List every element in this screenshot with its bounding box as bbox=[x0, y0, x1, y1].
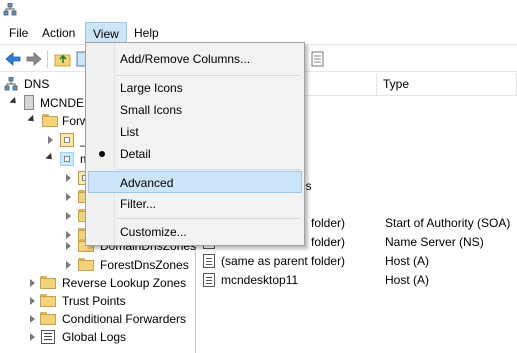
tree-item-reverse-lookup-zones[interactable]: Reverse Lookup Zones bbox=[28, 274, 194, 292]
tree-item-global-logs[interactable]: Global Logs bbox=[28, 328, 194, 346]
tree-label-dns: DNS bbox=[24, 77, 50, 91]
record-name: folder) bbox=[311, 216, 346, 230]
server-icon bbox=[24, 95, 34, 110]
menu-item-label: Advanced bbox=[120, 176, 174, 190]
record-type: Host (A) bbox=[385, 273, 430, 287]
table-row[interactable]: (same as parent folder) Host (A) bbox=[203, 252, 513, 271]
menu-action[interactable]: Action bbox=[35, 22, 82, 44]
menu-item-label: Small Icons bbox=[120, 103, 183, 117]
tree-label-trust-points: Trust Points bbox=[62, 294, 126, 308]
collapse-arrow-icon[interactable] bbox=[66, 242, 71, 250]
menu-item-customize[interactable]: Customize... bbox=[88, 221, 302, 243]
record-name: folder) bbox=[311, 235, 346, 249]
menu-separator bbox=[116, 75, 300, 76]
folder-icon bbox=[78, 258, 94, 271]
record-type: Start of Authority (SOA) bbox=[385, 216, 511, 230]
menu-item-small-icons[interactable]: Small Icons bbox=[88, 99, 302, 121]
dns-manager-app-icon bbox=[3, 3, 17, 16]
menu-item-label: Add/Remove Columns... bbox=[120, 52, 251, 66]
tree-label-server: MCNDE bbox=[40, 96, 84, 110]
menu-item-detail[interactable]: Detail bbox=[88, 143, 302, 165]
tree-label-forestdnszones: ForestDnsZones bbox=[100, 258, 189, 272]
dns-icon bbox=[4, 77, 18, 91]
menu-item-add-remove-columns[interactable]: Add/Remove Columns... bbox=[88, 48, 302, 70]
record-name: (same as parent folder) bbox=[221, 254, 346, 268]
collapse-arrow-icon[interactable] bbox=[30, 279, 35, 287]
folder-icon bbox=[42, 114, 58, 127]
tree-item-trust-points[interactable]: Trust Points bbox=[28, 292, 194, 310]
event-log-icon bbox=[41, 330, 55, 344]
menu-item-label: Filter... bbox=[120, 197, 157, 211]
collapse-arrow-icon[interactable] bbox=[66, 193, 71, 201]
collapse-arrow-icon[interactable] bbox=[66, 174, 71, 182]
menu-bar: File Action View Help bbox=[0, 22, 517, 44]
tree-label-conditional-forwarders: Conditional Forwarders bbox=[62, 312, 187, 326]
menu-view[interactable]: View bbox=[85, 22, 127, 44]
collapse-arrow-icon[interactable] bbox=[30, 315, 35, 323]
back-arrow-icon[interactable] bbox=[3, 49, 23, 69]
expand-arrow-icon[interactable] bbox=[9, 96, 19, 107]
menu-item-filter[interactable]: Filter... bbox=[88, 193, 302, 215]
menu-item-label: Large Icons bbox=[120, 81, 183, 95]
folder-icon bbox=[40, 312, 56, 325]
radio-bullet-icon bbox=[99, 151, 105, 157]
record-icon bbox=[203, 273, 215, 287]
menu-item-label: List bbox=[120, 125, 139, 139]
forward-arrow-icon[interactable] bbox=[24, 49, 44, 69]
collapse-arrow-icon[interactable] bbox=[66, 212, 71, 220]
menu-file[interactable]: File bbox=[2, 22, 35, 44]
up-folder-icon[interactable] bbox=[53, 49, 73, 69]
menu-separator bbox=[116, 169, 300, 170]
folder-icon bbox=[40, 294, 56, 307]
view-menu-dropdown: Add/Remove Columns... Large Icons Small … bbox=[85, 42, 305, 246]
expand-arrow-icon[interactable] bbox=[27, 114, 37, 125]
menu-item-label: Detail bbox=[120, 147, 151, 161]
table-row[interactable]: mcndesktop11 Host (A) bbox=[203, 271, 513, 290]
export-list-icon[interactable] bbox=[308, 49, 328, 69]
collapse-arrow-icon[interactable] bbox=[48, 136, 53, 144]
folder-icon bbox=[40, 276, 56, 289]
menu-item-label: Customize... bbox=[120, 225, 187, 239]
menu-item-large-icons[interactable]: Large Icons bbox=[88, 77, 302, 99]
tree-item-forestdnszones[interactable]: ForestDnsZones bbox=[64, 256, 194, 274]
tree-label-global-logs: Global Logs bbox=[62, 330, 127, 344]
record-type: Name Server (NS) bbox=[385, 235, 484, 249]
menu-help[interactable]: Help bbox=[127, 22, 166, 44]
record-type: Host (A) bbox=[385, 254, 430, 268]
title-bar bbox=[0, 0, 517, 22]
expand-arrow-icon[interactable] bbox=[45, 152, 55, 163]
tree-item-conditional-forwarders[interactable]: Conditional Forwarders bbox=[28, 310, 194, 328]
collapse-arrow-icon[interactable] bbox=[30, 297, 35, 305]
collapse-arrow-icon[interactable] bbox=[66, 261, 71, 269]
toolbar-separator bbox=[47, 50, 48, 68]
record-name: mcndesktop11 bbox=[221, 273, 299, 287]
tree-label-reverse-lookup-zones: Reverse Lookup Zones bbox=[62, 276, 187, 290]
collapse-arrow-icon[interactable] bbox=[30, 333, 35, 341]
column-header-type[interactable]: Type bbox=[377, 73, 517, 95]
menu-item-advanced[interactable]: Advanced bbox=[88, 171, 302, 193]
menu-item-list[interactable]: List bbox=[88, 121, 302, 143]
zone-icon bbox=[60, 152, 74, 166]
zone-icon bbox=[60, 133, 74, 147]
record-icon bbox=[203, 254, 215, 268]
menu-separator bbox=[116, 218, 300, 219]
